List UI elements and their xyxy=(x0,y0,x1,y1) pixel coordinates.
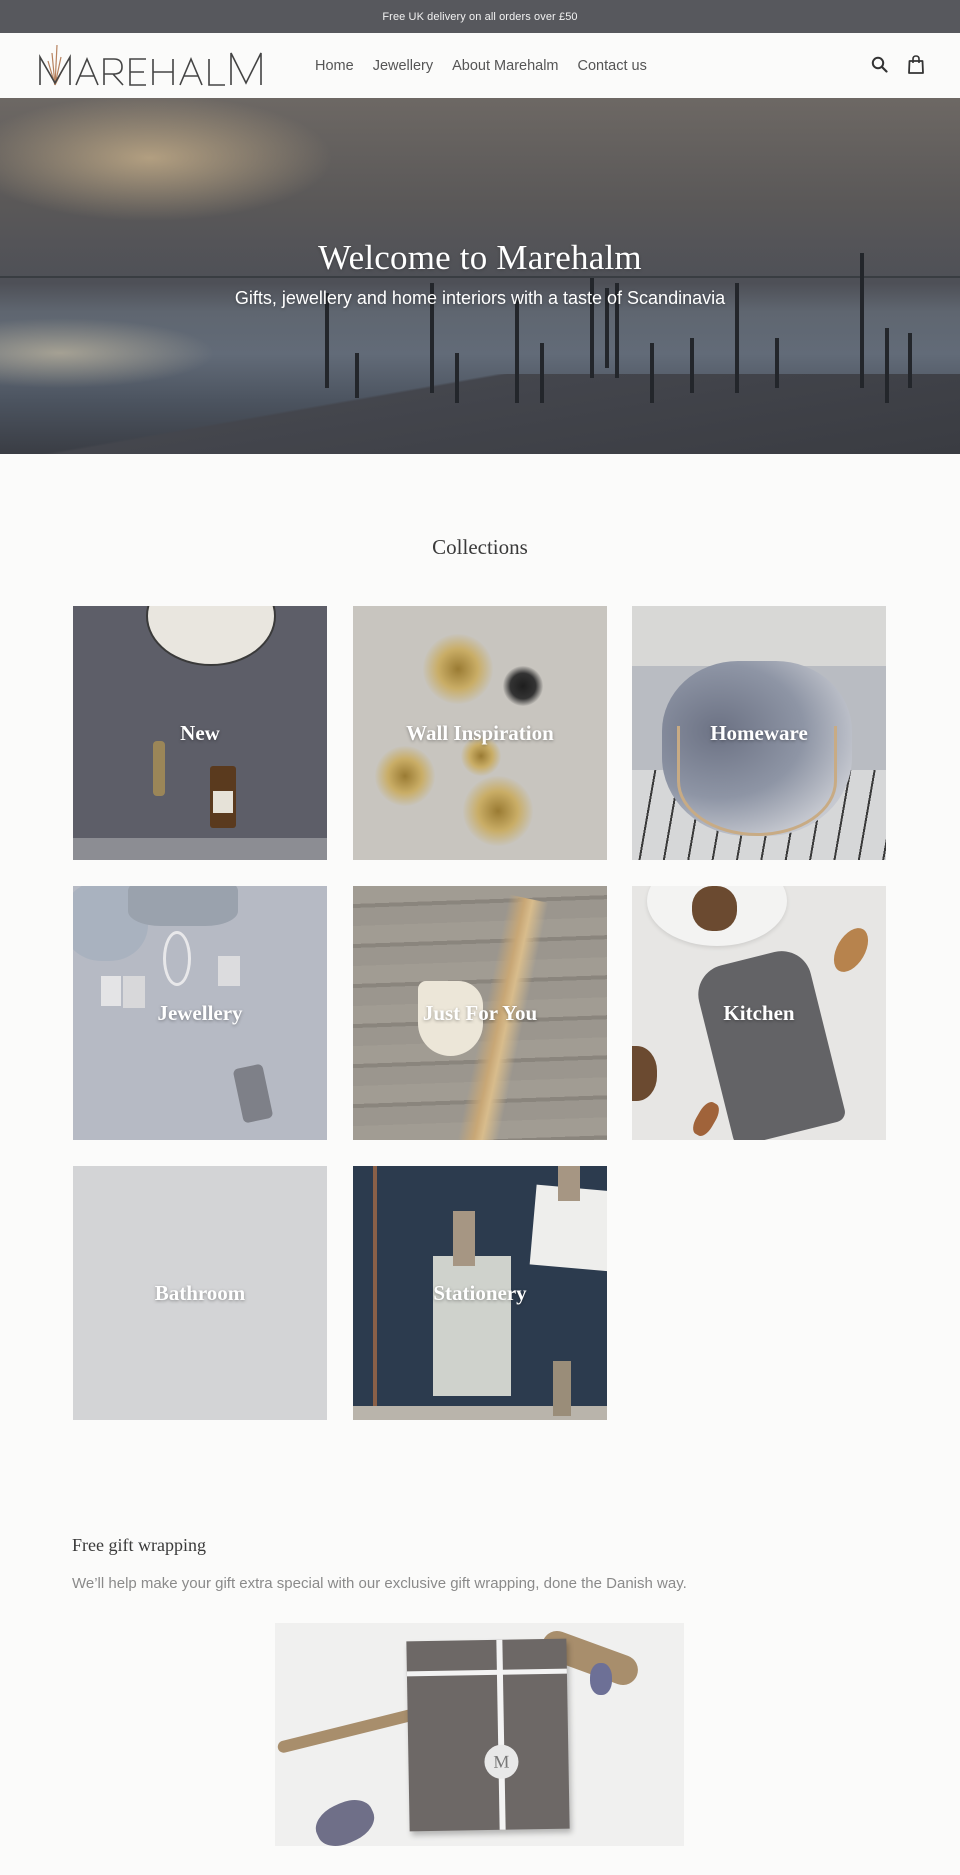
hero-title: Welcome to Marehalm xyxy=(318,238,642,277)
collection-label: New xyxy=(180,720,220,745)
mussel-shell xyxy=(590,1663,612,1695)
search-icon xyxy=(871,56,888,73)
gift-wrapping-heading: Free gift wrapping xyxy=(72,1535,206,1555)
collection-label: Kitchen xyxy=(723,1000,795,1025)
collection-label: Bathroom xyxy=(154,1280,246,1305)
nav-home[interactable]: Home xyxy=(315,58,354,74)
collection-label: Wall Inspiration xyxy=(406,720,554,745)
collection-label: Just For You xyxy=(422,1000,538,1025)
collections-heading: Collections xyxy=(432,535,528,559)
gift-wrapping-image: M xyxy=(275,1623,684,1846)
hero-post xyxy=(885,328,889,403)
mussel-shell xyxy=(309,1792,381,1846)
header-actions xyxy=(869,53,926,75)
hero-text: Welcome to Marehalm Gifts, jewellery and… xyxy=(0,238,960,309)
main-nav: Home Jewellery About Marehalm Contact us xyxy=(315,33,647,98)
hero-post xyxy=(775,338,779,388)
collection-tile-wall-inspiration[interactable]: Wall Inspiration xyxy=(353,606,607,860)
shopping-bag-icon xyxy=(908,54,924,74)
collection-tile-new[interactable]: New xyxy=(73,606,327,860)
collection-tile-just-for-you[interactable]: Just For You xyxy=(353,886,607,1140)
collection-tile-jewellery[interactable]: Jewellery xyxy=(73,886,327,1140)
search-button[interactable] xyxy=(869,53,889,75)
hero-post xyxy=(540,343,544,403)
collection-tile-bathroom[interactable]: Bathroom xyxy=(73,1166,327,1420)
hero-post xyxy=(515,298,519,403)
announcement-bar: Free UK delivery on all orders over £50 xyxy=(0,0,960,33)
gift-wrapping-text: We’ll help make your gift extra special … xyxy=(72,1575,687,1592)
site-header: Home Jewellery About Marehalm Contact us xyxy=(0,33,960,98)
gift-box: M xyxy=(406,1638,570,1832)
collection-label: Homeware xyxy=(710,720,808,745)
collection-tile-homeware[interactable]: Homeware xyxy=(632,606,886,860)
site-logo[interactable] xyxy=(38,43,263,89)
hero-subtitle: Gifts, jewellery and home interiors with… xyxy=(234,288,726,308)
hero-banner: Welcome to Marehalm Gifts, jewellery and… xyxy=(0,98,960,454)
hero-post xyxy=(650,343,654,403)
nav-jewellery[interactable]: Jewellery xyxy=(373,58,433,74)
collection-label: Jewellery xyxy=(157,1000,243,1025)
collection-tile-stationery[interactable]: Stationery xyxy=(353,1166,607,1420)
collection-tile-kitchen[interactable]: Kitchen xyxy=(632,886,886,1140)
hero-post xyxy=(355,353,359,398)
hero-post xyxy=(455,353,459,403)
hero-post xyxy=(908,333,912,388)
nav-about-marehalm[interactable]: About Marehalm xyxy=(452,58,558,74)
collection-label: Stationery xyxy=(433,1280,527,1305)
hero-post xyxy=(690,338,694,393)
cart-button[interactable] xyxy=(906,53,926,75)
marehalm-logo-icon xyxy=(39,44,262,86)
announcement-text: Free UK delivery on all orders over £50 xyxy=(382,10,578,23)
nav-contact-us[interactable]: Contact us xyxy=(578,58,647,74)
hero-beach xyxy=(0,374,960,454)
